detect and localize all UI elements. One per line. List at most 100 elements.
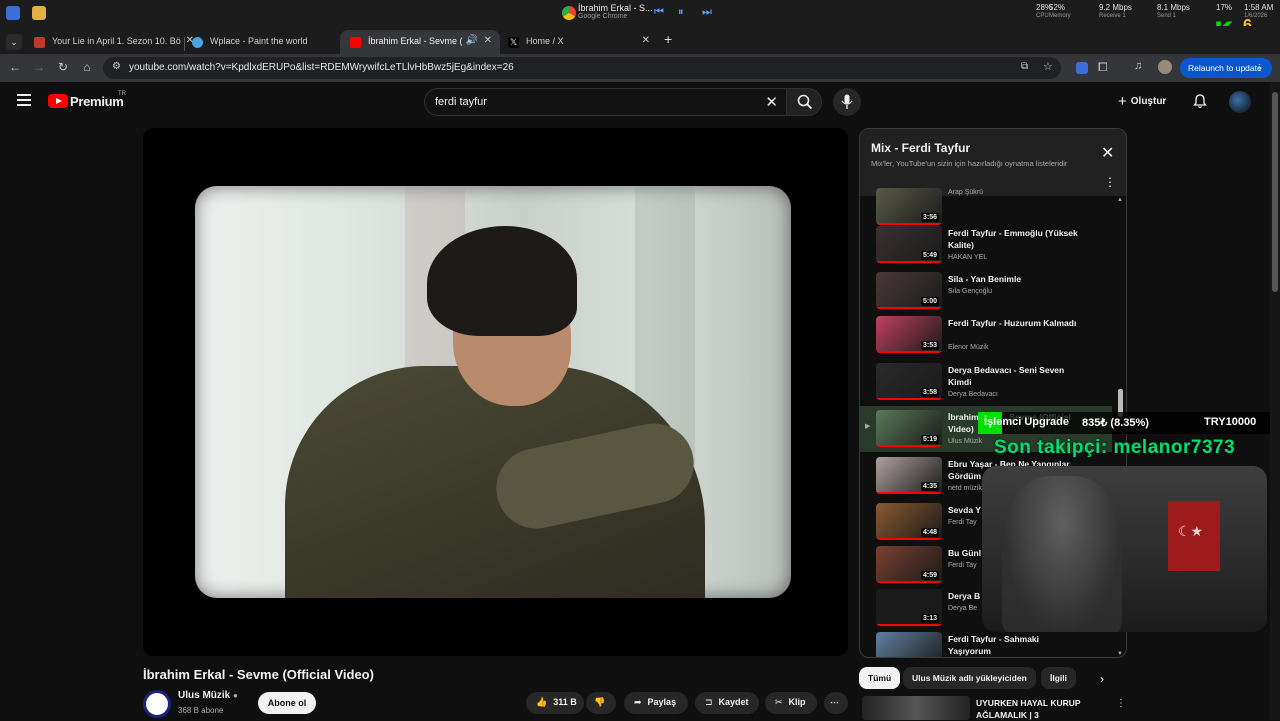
playlist-thumbnail[interactable]: 5:00 — [876, 272, 942, 309]
more-menu-icon[interactable]: ⋮ — [1256, 62, 1265, 73]
bookmark-star-icon[interactable]: ☆ — [1043, 60, 1053, 73]
send-stat: 8.1 Mbps Send 1 — [1157, 3, 1190, 19]
playlist-item-title[interactable]: Derya Bedavacı - Seni Seven Kimdi — [948, 364, 1078, 388]
next-track-icon[interactable]: ⏭ — [702, 6, 712, 19]
playlist-thumbnail[interactable]: 5:19 — [876, 410, 942, 447]
globe-favicon-icon — [192, 37, 203, 48]
playlist-thumbnail[interactable]: 3:13 — [876, 589, 942, 626]
playlist-duration: 4:59 — [920, 571, 939, 580]
playlist-item[interactable]: 5:49 Ferdi Tayfur - Emmoğlu (Yüksek Kalit… — [860, 222, 1112, 268]
playlist-item-title[interactable]: Ferdi Tayfur - Emmoğlu (Yüksek Kalite) — [948, 227, 1078, 251]
media-control-icon[interactable]: ♫ — [1134, 60, 1142, 72]
search-query[interactable]: ferdi tayfur — [435, 96, 487, 108]
voice-search-button[interactable] — [833, 88, 861, 116]
create-button[interactable]: + Oluştur — [1118, 93, 1166, 110]
lightning-icon[interactable] — [6, 6, 20, 20]
notifications-bell-icon[interactable] — [1193, 94, 1207, 109]
search-button[interactable] — [786, 88, 822, 116]
playlist-item[interactable]: 5:00 Sila - Yan Benimle Sıla Gençoğlu — [860, 268, 1112, 314]
recommendation-more-icon[interactable]: ⋮ — [1116, 698, 1126, 709]
playlist-item-channel: Derya Be — [948, 605, 978, 612]
account-avatar[interactable] — [1229, 91, 1251, 113]
tab-wplace[interactable]: Wplace - Paint the world ✕ — [182, 30, 360, 54]
more-actions-button[interactable]: ⋯ — [824, 692, 848, 714]
playlist-item-channel: Derya Bedavacı — [948, 391, 998, 398]
pause-icon[interactable]: ⏸ — [678, 6, 684, 19]
video-player[interactable] — [143, 128, 848, 656]
thumbs-up-icon: 👍 — [536, 697, 548, 707]
page-scrollbar[interactable] — [1270, 82, 1280, 720]
chip-related[interactable]: İlgili — [1041, 667, 1076, 689]
playlist-item-channel: Ferdi Tay — [948, 562, 977, 569]
tab-your-lie-in-april[interactable]: Your Lie in April 1. Sezon 10. Bö ✕ — [24, 30, 202, 54]
playlist-duration: 3:13 — [920, 614, 939, 623]
brand-label[interactable]: Premium — [70, 94, 124, 109]
folder-icon[interactable] — [32, 6, 46, 20]
tab-x-home[interactable]: 𝕏 Home / X ✕ — [498, 30, 658, 54]
tab-search-icon[interactable]: ⌄ — [6, 34, 22, 50]
playlist-thumbnail[interactable]: 4:46 — [876, 632, 942, 658]
chip-from-uploader[interactable]: Ulus Müzik adlı yükleyiciden — [903, 667, 1036, 689]
address-bar[interactable]: ⚙ youtube.com/watch?v=KpdlxdERUPo&list=R… — [103, 57, 1061, 79]
playlist-item-channel: Ulus Müzik — [948, 438, 983, 445]
playlist-item-title[interactable]: Sila - Yan Benimle — [948, 273, 1078, 285]
site-info-icon[interactable]: ⚙ — [112, 61, 121, 72]
install-icon[interactable]: ⧉ — [1021, 61, 1028, 72]
save-button[interactable]: ⊐ Kaydet — [695, 692, 759, 714]
youtube-logo-icon[interactable] — [48, 94, 68, 108]
playlist-thumbnail[interactable]: 5:49 — [876, 226, 942, 263]
recommendation-thumbnail[interactable] — [862, 696, 970, 720]
playlist-thumbnail[interactable]: 3:56 — [876, 188, 942, 225]
share-button[interactable]: ➦ Paylaş — [624, 692, 688, 714]
tab-youtube-video[interactable]: İbrahim Erkal - Sevme (Offic 🔊 ✕ — [340, 30, 500, 54]
playlist-item[interactable]: 3:53 Ferdi Tayfur - Huzurum Kalmadı Elenor… — [860, 312, 1112, 358]
playlist-thumbnail[interactable]: 4:59 — [876, 546, 942, 583]
close-tab-icon[interactable]: ✕ — [484, 35, 492, 46]
close-tab-icon[interactable]: ✕ — [642, 35, 650, 46]
youtube-header: Premium TR ferdi tayfur ✕ + Oluştur — [0, 82, 1270, 122]
dislike-button[interactable]: 👎 — [586, 692, 616, 714]
watched-progress-bar — [876, 351, 942, 353]
hamburger-menu-icon[interactable] — [17, 94, 31, 106]
playlist-item-title[interactable]: Ferdi Tayfur - Sahmaki Yaşıyorum — [948, 633, 1078, 657]
home-icon[interactable]: ⌂ — [79, 60, 95, 74]
channel-avatar[interactable] — [143, 690, 171, 718]
previous-track-icon[interactable]: ⏮ — [654, 6, 664, 19]
playlist-thumbnail[interactable]: 3:53 — [876, 316, 942, 353]
search-input[interactable]: ferdi tayfur ✕ — [424, 88, 786, 116]
playlist-thumbnail[interactable]: 4:48 — [876, 503, 942, 540]
clip-button[interactable]: ✂ Klip — [765, 692, 817, 714]
playlist-item-title[interactable]: Ferdi Tayfur - Huzurum Kalmadı — [948, 317, 1078, 329]
recommendation-title[interactable]: UYURKEN HAYAL KURUP AĞLAMALIK | 3 — [976, 697, 1106, 721]
playlist-duration: 3:58 — [920, 388, 939, 397]
channel-name[interactable]: Ulus Müzik ● — [178, 690, 238, 701]
chrome-icon — [562, 6, 576, 20]
playlist-thumbnail[interactable]: 4:35 — [876, 457, 942, 494]
playlist-thumbnail[interactable]: 3:58 — [876, 363, 942, 400]
forward-icon[interactable]: → — [31, 60, 47, 74]
watched-progress-bar — [876, 445, 942, 447]
like-button[interactable]: 👍 311 B — [526, 692, 584, 714]
profile-avatar[interactable] — [1158, 60, 1172, 74]
relaunch-to-update-button[interactable]: Relaunch to update ⋮ — [1180, 58, 1272, 78]
playlist-item[interactable]: 4:46 Ferdi Tayfur - Sahmaki Yaşıyorum — [860, 628, 1112, 658]
chair-shape — [1002, 476, 1122, 632]
extension-badge-icon[interactable] — [1076, 62, 1088, 74]
chip-all[interactable]: Tümü — [859, 667, 901, 689]
reload-icon[interactable]: ↻ — [55, 60, 71, 74]
verified-icon: ● — [233, 691, 238, 700]
playlist-duration: 4:46 — [921, 657, 939, 658]
mute-tab-icon[interactable]: 🔊 — [466, 35, 478, 46]
clear-search-icon[interactable]: ✕ — [765, 93, 778, 111]
chips-next-icon[interactable]: › — [1100, 672, 1104, 686]
new-tab-icon[interactable]: + — [664, 31, 672, 47]
flag-shape — [1168, 501, 1220, 571]
subscribe-button[interactable]: Abone ol — [258, 692, 316, 714]
playlist-item[interactable]: 3:58 Derya Bedavacı - Seni Seven Kimdi Der… — [860, 359, 1112, 405]
url-text[interactable]: youtube.com/watch?v=KpdlxdERUPo&list=RDE… — [129, 62, 514, 73]
extensions-puzzle-icon[interactable]: ⧠ — [1098, 60, 1108, 75]
search-icon — [797, 94, 813, 110]
close-playlist-icon[interactable]: ✕ — [1101, 143, 1114, 163]
back-icon[interactable]: ← — [7, 60, 23, 74]
goal-target: TRY10000 — [1204, 416, 1257, 428]
